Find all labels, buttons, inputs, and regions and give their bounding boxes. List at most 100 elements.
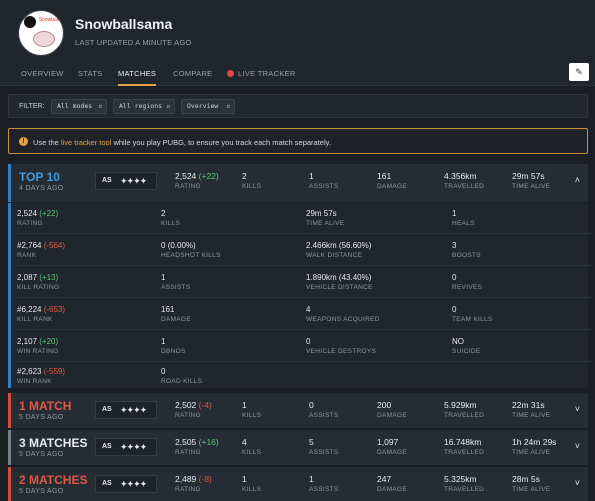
kills-value: 1: [242, 474, 247, 484]
detail-win-rating: 2,107 (+20) WIN RATING: [17, 337, 59, 355]
assists-value: 1: [309, 171, 314, 181]
view-select-value: Overview: [187, 102, 219, 110]
match-ago: 4 DAYS AGO: [19, 185, 64, 192]
rating-label: RATING: [175, 486, 201, 493]
detail-kills: 2 KILLS: [161, 209, 180, 227]
squad-badge: AS ✦✦✦✦: [95, 401, 157, 419]
match-summary[interactable]: 1 MATCH 5 DAYS AGO AS ✦✦✦✦ 2,502 (-4) RATI…: [8, 393, 588, 428]
rating-label: RATING: [175, 183, 201, 190]
assists-value: 1: [309, 474, 314, 484]
profile-header: Snowball Snowballsama LAST UPDATED A MIN…: [0, 0, 595, 62]
detail-label: HEADSHOT KILLS: [161, 252, 221, 259]
rating-label: RATING: [175, 412, 201, 419]
match-ago: 5 DAYS AGO: [19, 414, 64, 421]
stat-kills: 1 KILLS: [242, 474, 261, 493]
detail-value: 0: [452, 273, 457, 282]
kills-label: KILLS: [242, 449, 262, 456]
stat-time-alive: 29m 57s TIME ALIVE: [512, 171, 550, 190]
live-tracker-link[interactable]: live tracker tool: [61, 138, 111, 147]
match-detail-panel: 2,524 (+22) RATING #2,764 (-564) RANK 2,08…: [8, 203, 591, 388]
detail-delta: (0.00%): [167, 241, 196, 250]
detail-label: TEAM KILLS: [452, 316, 493, 323]
edit-button[interactable]: ✎: [569, 63, 589, 81]
detail-kill-rating: 2,087 (+13) KILL RATING: [17, 273, 59, 291]
detail-value: 0: [306, 337, 311, 346]
tab-compare[interactable]: COMPARE: [173, 62, 212, 86]
squad-icon: ✦✦✦✦: [120, 442, 147, 452]
stat-assists: 1 ASSISTS: [309, 171, 339, 190]
detail-delta: (-559): [43, 367, 66, 376]
notice-post: while you play PUBG, to ensure you track…: [111, 138, 331, 147]
stat-assists: 0 ASSISTS: [309, 400, 339, 419]
kills-label: KILLS: [242, 183, 262, 190]
detail-label: WEAPONS ACQUIRED: [306, 316, 380, 323]
detail-label: RATING: [17, 220, 43, 227]
chevron-up-icon[interactable]: ˄: [575, 175, 580, 185]
stat-rating: 2,524 (+22) RATING: [175, 171, 219, 190]
filter-bar: FILTER: All modes ⇵ All regions ⇵ Overview…: [8, 94, 588, 118]
detail-label: KILL RANK: [17, 316, 53, 323]
assists-label: ASSISTS: [309, 183, 339, 190]
squad-icon: ✦✦✦✦: [120, 176, 147, 186]
stat-kills: 1 KILLS: [242, 400, 261, 419]
detail-label: REVIVES: [452, 284, 483, 291]
time-value: 22m 31s: [512, 400, 545, 410]
detail-win-rank: #2,623 (-559) WIN RANK: [17, 367, 65, 385]
detail-dbnos: 1 DBNOS: [161, 337, 186, 355]
travelled-value: 16.748km: [444, 437, 482, 447]
damage-value: 1,097: [377, 437, 399, 447]
damage-value: 200: [377, 400, 392, 410]
detail-label: BOOSTS: [452, 252, 481, 259]
detail-time-alive: 29m 57s TIME ALIVE: [306, 209, 344, 227]
view-select[interactable]: Overview ⇵: [181, 99, 235, 114]
time-value: 1h 24m 29s: [512, 437, 557, 447]
divider: [14, 329, 591, 330]
detail-label: ASSISTS: [161, 284, 191, 291]
info-icon: !: [19, 137, 28, 146]
damage-value: 161: [377, 171, 392, 181]
tab-overview[interactable]: OVERVIEW: [21, 62, 64, 86]
detail-value: #2,764: [17, 241, 42, 250]
travelled-label: TRAVELLED: [444, 183, 485, 190]
detail-delta: (-564): [43, 241, 66, 250]
assists-label: ASSISTS: [309, 449, 339, 456]
stat-time-alive: 1h 24m 29s TIME ALIVE: [512, 437, 556, 456]
match-ago: 5 DAYS AGO: [19, 451, 64, 458]
stat-damage: 1,097 DAMAGE: [377, 437, 407, 456]
detail-delta: (+20): [39, 337, 59, 346]
tab-live-tracker[interactable]: LIVE TRACKER: [227, 62, 296, 86]
mode-select[interactable]: All modes ⇵: [51, 99, 107, 114]
tab-matches[interactable]: MATCHES: [118, 62, 157, 86]
travelled-value: 4.356km: [444, 171, 477, 181]
detail-value: 2.466km: [306, 241, 337, 250]
detail-revives: 0 REVIVES: [452, 273, 482, 291]
rating-delta: (+16): [198, 437, 219, 447]
chevron-down-icon[interactable]: ˅: [575, 441, 580, 451]
as-label: AS: [102, 177, 112, 184]
match-summary-top10[interactable]: TOP 10 4 DAYS AGO AS ✦✦✦✦ 2,524 (+22) RATI…: [8, 164, 588, 202]
detail-value: 0: [452, 305, 457, 314]
detail-value: 0: [161, 241, 166, 250]
mode-select-value: All modes: [57, 102, 93, 110]
detail-walk-distance: 2.466km (56.60%) WALK DISTANCE: [306, 241, 371, 259]
detail-value: 2: [161, 209, 166, 218]
detail-road-kills: 0 ROAD KILLS: [161, 367, 202, 385]
chevron-down-icon[interactable]: ˅: [575, 404, 580, 414]
avatar[interactable]: Snowball: [18, 10, 64, 56]
stat-travelled: 16.748km TRAVELLED: [444, 437, 484, 456]
chevron-down-icon[interactable]: ˅: [575, 478, 580, 488]
stat-travelled: 5.929km TRAVELLED: [444, 400, 484, 419]
divider: [14, 265, 591, 266]
match-summary[interactable]: 3 MATCHES 5 DAYS AGO AS ✦✦✦✦ 2,505 (+16) R…: [8, 430, 588, 465]
assists-label: ASSISTS: [309, 486, 339, 493]
region-select[interactable]: All regions ⇵: [113, 99, 175, 114]
avatar-face: [33, 31, 55, 47]
region-select-value: All regions: [119, 102, 163, 110]
stat-time-alive: 28m 5s TIME ALIVE: [512, 474, 550, 493]
rating-delta: (+22): [198, 171, 219, 181]
travelled-label: TRAVELLED: [444, 412, 485, 419]
tab-stats[interactable]: STATS: [78, 62, 103, 86]
travelled-value: 5.929km: [444, 400, 477, 410]
match-summary[interactable]: 2 MATCHES 5 DAYS AGO AS ✦✦✦✦ 2,489 (-8) RA…: [8, 467, 588, 501]
travelled-value: 5.325km: [444, 474, 477, 484]
